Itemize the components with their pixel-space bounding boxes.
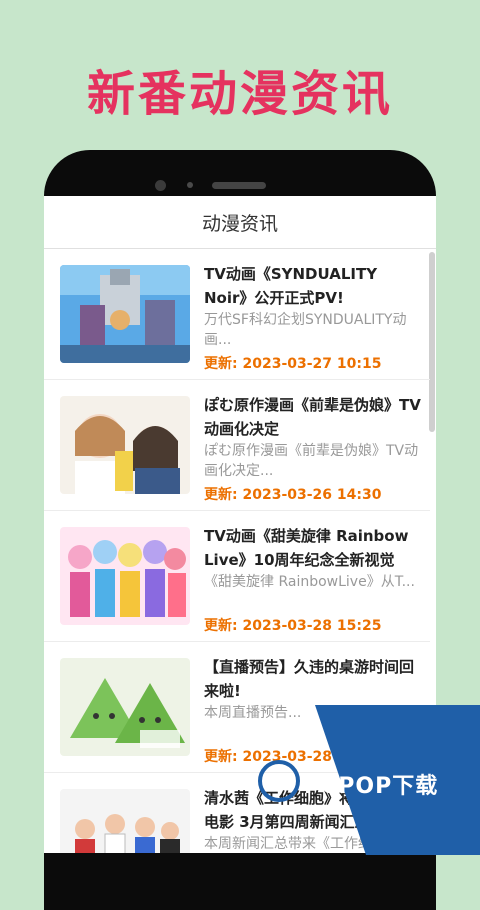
date-value: 2023-03-28 15:25 <box>242 618 382 634</box>
date-value: 2023-03-26 14:30 <box>242 487 382 503</box>
phone-top-bar <box>44 150 436 196</box>
news-description: 《甜美旋律 RainbowLive》从T... <box>204 574 415 590</box>
speaker-grille <box>212 182 266 189</box>
news-description: 万代SF科幻企划SYNDUALITY动画... <box>204 312 407 348</box>
watermark-logo-icon <box>258 760 300 802</box>
news-date: 更新: 2023-03-26 14:30 <box>204 484 422 506</box>
date-label: 更新: <box>204 356 238 372</box>
news-thumbnail[interactable] <box>60 789 190 853</box>
watermark-text: PCPOP下载 <box>304 774 439 799</box>
sensor-icon <box>187 182 193 188</box>
news-item[interactable]: TV动画《甜美旋律 Rainbow Live》10周年纪念全新视觉图... 《甜… <box>44 511 430 642</box>
news-thumbnail[interactable] <box>60 658 190 756</box>
news-thumbnail[interactable] <box>60 396 190 494</box>
news-thumbnail[interactable] <box>60 265 190 363</box>
date-label: 更新: <box>204 618 238 634</box>
app-header: 动漫资讯 <box>44 196 436 249</box>
news-title[interactable]: 【直播预告】久违的桌游时间回来啦! <box>204 655 422 703</box>
page-title: 动漫资讯 <box>201 212 278 235</box>
promo-banner-title: 新番动漫资讯 <box>86 66 393 122</box>
news-thumbnail[interactable] <box>60 527 190 625</box>
camera-icon <box>155 180 166 191</box>
news-item[interactable]: ぽむ原作漫画《前辈是伪娘》TV动画化决定 ぽむ原作漫画《前辈是伪娘》TV动画化决… <box>44 380 430 511</box>
news-description: ぽむ原作漫画《前辈是伪娘》TV动画化决定... <box>204 443 419 479</box>
news-date: 更新: 2023-03-27 10:15 <box>204 353 422 375</box>
date-label: 更新: <box>204 487 238 503</box>
news-title[interactable]: ぽむ原作漫画《前辈是伪娘》TV动画化决定 <box>204 393 422 441</box>
news-title[interactable]: TV动画《甜美旋律 Rainbow Live》10周年纪念全新视觉图... <box>204 524 422 572</box>
news-item[interactable]: TV动画《SYNDUALITY Noir》公开正式PV! 万代SF科幻企划SYN… <box>44 249 430 380</box>
news-title[interactable]: TV动画《SYNDUALITY Noir》公开正式PV! <box>204 262 422 310</box>
date-value: 2023-03-27 10:15 <box>242 356 382 372</box>
date-label: 更新: <box>204 749 238 765</box>
news-date: 更新: 2023-03-28 15:25 <box>204 615 422 637</box>
